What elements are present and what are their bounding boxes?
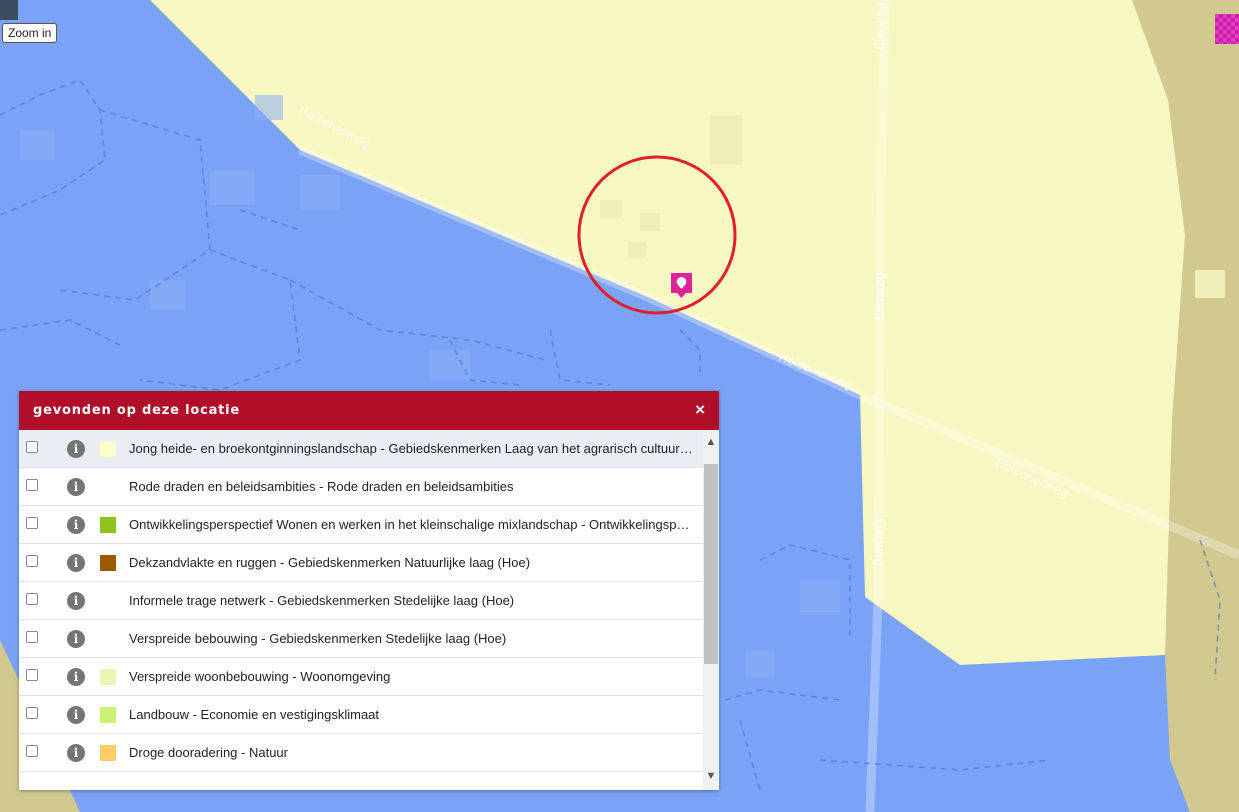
panel-title: gevonden op deze locatie bbox=[33, 403, 241, 418]
legend-swatch bbox=[100, 479, 116, 495]
results-list: i Jong heide- en broekontginningslandscha… bbox=[19, 430, 703, 772]
list-item[interactable]: i Dekzandvlakte en ruggen - Gebiedskenmer… bbox=[19, 544, 703, 582]
street-label: Elerweg bbox=[873, 2, 887, 50]
layer-checkbox[interactable] bbox=[26, 631, 38, 643]
layer-checkbox[interactable] bbox=[26, 555, 38, 567]
layer-checkbox[interactable] bbox=[26, 745, 38, 757]
info-icon[interactable]: i bbox=[67, 440, 85, 458]
list-item[interactable]: i Ontwikkelingsperspectief Wonen en werke… bbox=[19, 506, 703, 544]
info-icon[interactable]: i bbox=[67, 592, 85, 610]
layer-checkbox[interactable] bbox=[26, 669, 38, 681]
legend-swatch bbox=[100, 593, 116, 609]
list-item[interactable]: i Landbouw - Economie en vestigingsklimaa… bbox=[19, 696, 703, 734]
list-item-label: Verspreide bebouwing - Gebiedskenmerken … bbox=[129, 631, 507, 646]
list-item-label: Informele trage netwerk - Gebiedskenmerk… bbox=[129, 593, 515, 608]
list-item[interactable]: i Droge dooradering - Natuur bbox=[19, 734, 703, 772]
list-item[interactable]: i Rode draden en beleidsambities - Rode d… bbox=[19, 468, 703, 506]
legend-swatch bbox=[100, 555, 116, 571]
legend-swatch bbox=[100, 517, 116, 533]
info-icon[interactable]: i bbox=[67, 668, 85, 686]
layer-checkbox[interactable] bbox=[26, 707, 38, 719]
info-icon[interactable]: i bbox=[67, 554, 85, 572]
zoom-in-button[interactable] bbox=[0, 0, 18, 20]
legend-swatch bbox=[100, 745, 116, 761]
list-item-label: Ontwikkelingsperspectief Wonen en werken… bbox=[129, 517, 695, 532]
close-icon[interactable]: × bbox=[695, 400, 705, 420]
list-item-label: Rode draden en beleidsambities - Rode dr… bbox=[129, 479, 514, 494]
scrollbar[interactable]: ▲ ▼ bbox=[703, 430, 719, 790]
info-icon[interactable]: i bbox=[67, 706, 85, 724]
info-icon[interactable]: i bbox=[67, 478, 85, 496]
list-item-label: Jong heide- en broekontginningslandschap… bbox=[129, 441, 695, 456]
list-item[interactable]: i Informele trage netwerk - Gebiedskenmer… bbox=[19, 582, 703, 620]
scroll-down-icon[interactable]: ▼ bbox=[703, 768, 719, 784]
zoom-in-tooltip: Zoom in bbox=[2, 23, 58, 43]
panel-header: gevonden op deze locatie × bbox=[19, 391, 719, 430]
layer-checkbox[interactable] bbox=[26, 441, 38, 453]
layer-checkbox[interactable] bbox=[26, 479, 38, 491]
scroll-thumb[interactable] bbox=[704, 464, 718, 664]
list-item[interactable]: i Verspreide bebouwing - Gebiedskenmerken… bbox=[19, 620, 703, 658]
panel-body: i Jong heide- en broekontginningslandscha… bbox=[19, 430, 719, 790]
list-item-label: Verspreide woonbebouwing - Woonomgeving bbox=[129, 669, 391, 684]
list-item-label: Dekzandvlakte en ruggen - Gebiedskenmerk… bbox=[129, 555, 531, 570]
layer-checkbox[interactable] bbox=[26, 593, 38, 605]
legend-swatch bbox=[100, 441, 116, 457]
legend-swatch bbox=[100, 707, 116, 723]
info-icon[interactable]: i bbox=[67, 744, 85, 762]
results-panel: gevonden op deze locatie × i Jong heide- … bbox=[19, 391, 719, 790]
list-item-label: Landbouw - Economie en vestigingsklimaat bbox=[129, 707, 380, 722]
street-label: Elerweg bbox=[873, 518, 887, 566]
map-nav-icon[interactable] bbox=[1215, 14, 1239, 44]
info-icon[interactable]: i bbox=[67, 630, 85, 648]
scroll-up-icon[interactable]: ▲ bbox=[703, 434, 719, 450]
layer-checkbox[interactable] bbox=[26, 517, 38, 529]
list-item-label: Droge dooradering - Natuur bbox=[129, 745, 288, 760]
list-item[interactable]: i Verspreide woonbebouwing - Woonomgeving bbox=[19, 658, 703, 696]
info-icon[interactable]: i bbox=[67, 516, 85, 534]
list-item[interactable]: i Jong heide- en broekontginningslandscha… bbox=[19, 430, 703, 468]
street-label: Elerweg bbox=[873, 272, 887, 320]
legend-swatch bbox=[100, 669, 116, 685]
legend-swatch bbox=[100, 631, 116, 647]
